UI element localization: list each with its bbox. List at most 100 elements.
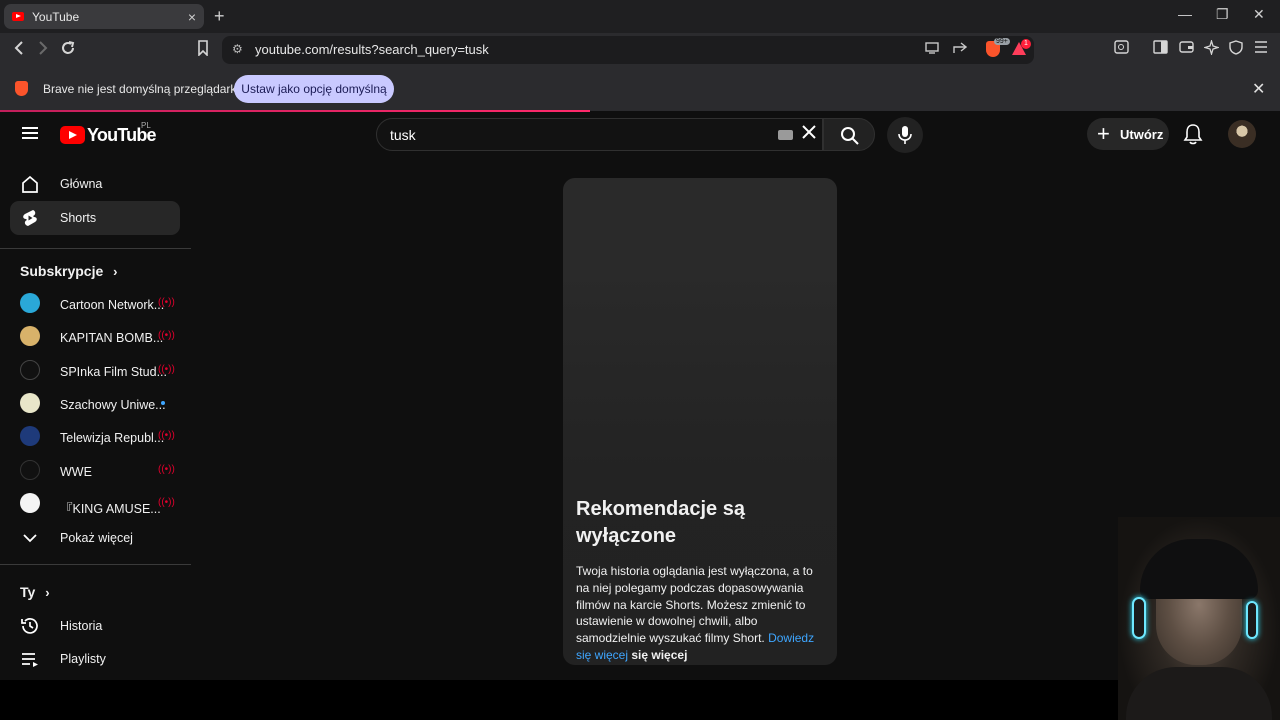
new-tab-button[interactable]: +	[214, 6, 225, 27]
clear-search-icon[interactable]	[801, 124, 817, 146]
infobar-close-button[interactable]: ✕	[1252, 79, 1265, 99]
search-icon	[841, 127, 859, 145]
show-more-label: Pokaż więcej	[60, 531, 133, 545]
webcam-person-body	[1126, 667, 1272, 720]
window-minimize-button[interactable]: —	[1178, 6, 1192, 22]
forward-arrow-icon[interactable]	[36, 40, 50, 61]
menu-icon[interactable]	[1254, 40, 1268, 58]
bookmark-icon[interactable]	[197, 40, 209, 61]
channel-avatar	[20, 293, 40, 313]
tab-close-button[interactable]: ×	[188, 9, 196, 25]
sidebar-item-label: Główna	[60, 177, 103, 191]
window-restore-button[interactable]: ❐	[1216, 6, 1229, 23]
wallet-icon[interactable]	[1179, 40, 1194, 59]
live-indicator-icon: ((•))	[158, 464, 175, 475]
webcam-headphone-right	[1246, 601, 1258, 639]
youtube-favicon-icon	[12, 12, 24, 21]
sidebar-item-shorts[interactable]: Shorts	[10, 201, 180, 235]
subscriptions-heading[interactable]: Subskrypcje ›	[20, 263, 118, 279]
search-button[interactable]	[823, 118, 875, 151]
chevron-right-icon: ›	[45, 585, 50, 600]
home-icon	[20, 174, 40, 194]
channel-avatar	[20, 493, 40, 513]
subscriptions-title: Subskrypcje	[20, 263, 104, 279]
sidebar-item-home[interactable]: Główna	[10, 167, 180, 201]
cast-icon[interactable]	[925, 42, 939, 57]
chevron-right-icon: ›	[113, 264, 118, 279]
share-icon[interactable]	[953, 42, 968, 57]
channel-avatar	[20, 393, 40, 413]
site-settings-icon[interactable]: ⚙	[232, 42, 243, 56]
channel-name: Telewizja Republ...	[60, 431, 165, 445]
account-avatar[interactable]	[1228, 120, 1256, 148]
rewards-count-badge: 1	[1021, 39, 1031, 49]
notifications-bell-icon[interactable]	[1183, 123, 1203, 150]
search-input[interactable]: tusk	[376, 118, 823, 151]
channel-avatar	[20, 426, 40, 446]
shields-count-badge: 99+	[994, 38, 1010, 45]
sidebar-channel-item[interactable]: WWE ((•))	[10, 455, 180, 489]
you-heading[interactable]: Ty ›	[20, 584, 50, 600]
webcam-headphones-band	[1140, 539, 1258, 599]
youtube-header: YouTube PL tusk + Utwórz	[0, 112, 1280, 157]
sidebar-channel-item[interactable]: KAPITAN BOMB... ((•))	[10, 321, 180, 355]
channel-name: 『KING AMUSE...	[60, 502, 161, 516]
card-body: Twoja historia oglądania jest wyłączona,…	[576, 563, 828, 664]
back-arrow-icon[interactable]	[12, 40, 26, 61]
browser-tab-bar: YouTube × + — ❐ ✕	[0, 0, 1280, 33]
chevron-down-icon	[20, 528, 40, 548]
sidebar-channel-item[interactable]: Telewizja Republ... ((•))	[10, 421, 180, 455]
set-default-button[interactable]: Ustaw jako opcję domyślną	[234, 75, 394, 103]
sidebar-channel-item[interactable]: Szachowy Uniwe...	[10, 388, 180, 422]
bottom-black-bar	[0, 680, 1118, 720]
sidebar-item-history[interactable]: Historia	[10, 609, 180, 643]
webcam-overlay	[1118, 517, 1280, 720]
live-indicator-icon: ((•))	[158, 430, 175, 441]
channel-name: Szachowy Uniwe...	[60, 398, 166, 412]
url-text[interactable]: youtube.com/results?search_query=tusk	[255, 42, 489, 57]
live-indicator-icon: ((•))	[158, 330, 175, 341]
keyboard-icon[interactable]	[778, 130, 793, 140]
sidebar-channel-item[interactable]: 『KING AMUSE... ((•))	[10, 488, 180, 522]
sidebar-channel-item[interactable]: Cartoon Network... ((•))	[10, 288, 180, 322]
live-indicator-icon: ((•))	[158, 297, 175, 308]
sidebar-item-label: Shorts	[60, 211, 97, 225]
create-button[interactable]: + Utwórz	[1087, 118, 1169, 150]
learn-more-suffix: się więcej	[631, 647, 688, 662]
leo-ai-icon[interactable]	[1202, 38, 1221, 60]
youtube-logo-icon[interactable]	[60, 126, 85, 144]
hamburger-menu-icon[interactable]	[22, 127, 38, 139]
microphone-icon	[898, 126, 912, 144]
browser-toolbar: ⚙ youtube.com/results?search_query=tusk …	[0, 33, 1280, 67]
history-icon	[20, 616, 40, 636]
sidebar-divider	[0, 564, 191, 565]
channel-name: Cartoon Network...	[60, 298, 165, 312]
channel-name: SPInka Film Stud...	[60, 365, 167, 379]
sidebar-channel-item[interactable]: SPInka Film Stud... ((•))	[10, 355, 180, 389]
default-browser-infobar: Brave nie jest domyślną przeglądarką Ust…	[0, 67, 1280, 111]
shorts-icon	[20, 208, 40, 228]
address-bar[interactable]: ⚙ youtube.com/results?search_query=tusk …	[222, 36, 1034, 64]
browser-tab[interactable]: YouTube ×	[4, 4, 204, 29]
playlists-icon	[20, 649, 40, 669]
live-indicator-icon: ((•))	[158, 364, 175, 375]
vpn-shield-icon[interactable]	[1229, 40, 1243, 60]
sidebar-item-playlists[interactable]: Playlisty	[10, 642, 180, 676]
voice-search-button[interactable]	[887, 117, 923, 153]
sidebar-divider	[0, 248, 191, 249]
tab-title: YouTube	[32, 9, 80, 24]
sidebar-item-label: Playlisty	[60, 652, 106, 666]
sidebar: Główna Shorts Subskrypcje › Cartoon Netw…	[0, 157, 192, 680]
window-close-button[interactable]: ✕	[1253, 6, 1265, 23]
channel-avatar	[20, 326, 40, 346]
sidebar-toggle-icon[interactable]	[1153, 40, 1168, 59]
you-title: Ty	[20, 584, 36, 600]
webcam-headphone-left	[1132, 597, 1146, 639]
reader-mode-icon[interactable]	[1114, 40, 1129, 59]
show-more-button[interactable]: Pokaż więcej	[10, 521, 180, 555]
search-query-text[interactable]: tusk	[390, 127, 416, 143]
reload-icon[interactable]	[60, 40, 76, 61]
new-content-dot-icon	[161, 401, 165, 405]
country-code: PL	[141, 121, 151, 130]
recommendations-off-card: Rekomendacje są wyłączone Twoja historia…	[563, 178, 837, 665]
